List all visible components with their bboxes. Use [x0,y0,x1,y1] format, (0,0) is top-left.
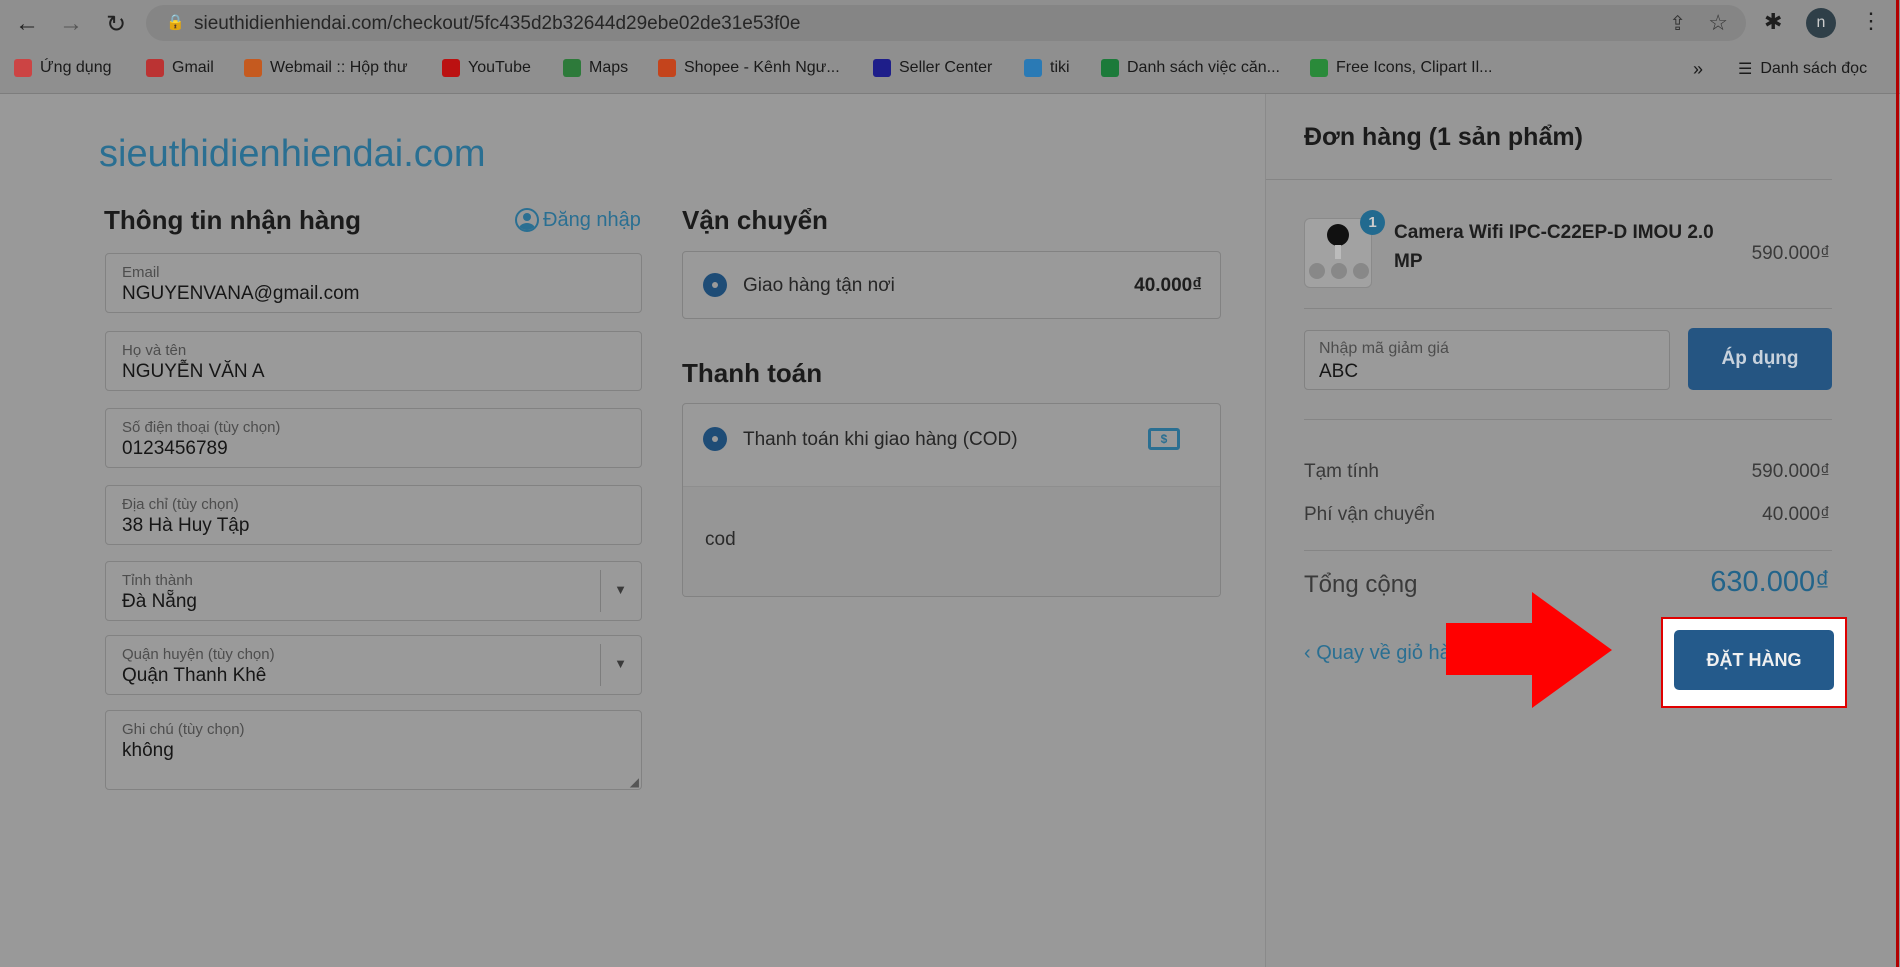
field-label: Địa chỉ (tùy chọn) [122,496,239,513]
order-title: Đơn hàng (1 sản phẩm) [1304,123,1583,151]
address-field[interactable]: Địa chỉ (tùy chọn) 38 Hà Huy Tập [105,485,642,545]
bookmark-item[interactable]: Webmail :: Hộp thư [244,59,408,77]
divider [1266,179,1832,180]
field-value: 38 Hà Huy Tập [122,515,250,536]
bookmark-item[interactable]: Ứng dụng [14,59,112,77]
field-value: Đà Nẵng [122,591,197,612]
bookmark-item[interactable]: YouTube [442,59,531,77]
extensions-icon[interactable]: ✱ [1764,9,1782,35]
chevron-down-icon[interactable]: ▼ [614,582,627,597]
login-link[interactable]: Đăng nhập [515,208,641,232]
bookmarks-overflow[interactable]: » [1693,59,1703,80]
bookmark-icon [14,59,32,77]
shipping-title: Vận chuyển [682,205,828,235]
field-value: không [122,740,174,761]
bookmark-item[interactable]: Gmail [146,59,214,77]
field-label: Ghi chú (tùy chọn) [122,721,245,738]
bookmark-item[interactable]: Maps [563,59,628,77]
shipping-option-label: Giao hàng tận nơi [743,275,895,296]
select-divider [600,644,601,686]
subtotal-value: 590.000₫ [1751,461,1830,482]
shipping-option[interactable]: Giao hàng tận nơi 40.000₫ [682,251,1221,319]
red-arrow-annotation [1446,592,1612,708]
shipping-info-title: Thông tin nhận hàng [104,205,362,235]
reload-icon[interactable]: ↻ [101,10,131,39]
product-name: Camera Wifi IPC-C22EP-D IMOU 2.0 MP [1394,222,1714,272]
bookmark-item[interactable]: Shopee - Kênh Ngư... [658,59,840,77]
shipping-fee-value: 40.000₫ [1762,504,1830,525]
total-value: 630.000₫ [1710,566,1830,598]
bookmark-icon [244,59,262,77]
subtotal-label: Tạm tính [1304,461,1379,482]
divider [1304,419,1832,420]
bookmark-item[interactable]: Free Icons, Clipart Il... [1310,59,1493,77]
district-select[interactable]: Quận huyện (tùy chọn) Quận Thanh Khê ▼ [105,635,642,695]
bookmark-icon [146,59,164,77]
bookmark-icon [563,59,581,77]
lock-icon: 🔒 [166,14,185,31]
quantity-badge: 1 [1360,210,1385,235]
back-icon[interactable]: ← [12,10,42,38]
note-textarea[interactable]: Ghi chú (tùy chọn) không ◢ [105,710,642,790]
forward-icon[interactable]: → [56,10,86,38]
payment-title: Thanh toán [682,358,823,388]
bookmark-icon [658,59,676,77]
field-label: Email [122,264,160,281]
menu-icon[interactable]: ⋮ [1860,8,1882,34]
bookmark-icon [1310,59,1328,77]
radio-selected[interactable] [703,427,727,451]
browser-toolbar: ← → ↻ 🔒 sieuthidienhiendai.com/checkout/… [0,0,1900,46]
field-label: Họ và tên [122,342,187,359]
field-label: Quận huyện (tùy chọn) [122,646,275,663]
province-select[interactable]: Tỉnh thành Đà Nẵng ▼ [105,561,642,621]
select-divider [600,570,601,612]
cash-icon: $ [1148,428,1180,450]
field-label: Số điện thoại (tùy chọn) [122,419,281,436]
bookmark-icon [442,59,460,77]
bookmark-icon [1101,59,1119,77]
shipping-fee-label: Phí vận chuyển [1304,504,1435,525]
place-order-button[interactable]: ĐẶT HÀNG [1674,630,1834,690]
bookmark-item[interactable]: Seller Center [873,59,992,77]
avatar[interactable]: n [1806,8,1836,38]
chevron-down-icon[interactable]: ▼ [614,656,627,671]
discount-input[interactable]: Nhập mã giảm giá ABC [1304,330,1670,390]
divider [1304,550,1832,551]
field-value: NGUYỄN VĂN A [122,361,265,382]
fullname-field[interactable]: Họ và tên NGUYỄN VĂN A [105,331,642,391]
payment-option[interactable]: Thanh toán khi giao hàng (COD) $ cod [682,403,1221,597]
product-price: 590.000₫ [1751,243,1830,264]
bookmark-item[interactable]: Danh sách việc căn... [1101,59,1280,77]
field-value: NGUYENVANA@gmail.com [122,283,360,304]
bookmarks-bar: Ứng dụng Gmail Webmail :: Hộp thư YouTube Ma… [0,46,1900,94]
payment-option-label: Thanh toán khi giao hàng (COD) [743,429,1018,450]
email-field[interactable]: Email NGUYENVANA@gmail.com [105,253,642,313]
site-logo[interactable]: sieuthidienhiendai.com [99,133,486,176]
field-label: Tỉnh thành [122,572,193,589]
bookmark-item[interactable]: tiki [1024,59,1070,77]
star-icon[interactable]: ☆ [1708,10,1728,36]
apply-discount-button[interactable]: Áp dụng [1688,328,1832,390]
frame-border [1896,0,1899,967]
bookmark-icon [1024,59,1042,77]
reading-list[interactable]: ☰ Danh sách đọc [1738,59,1867,79]
user-icon [515,208,539,232]
radio-selected[interactable] [703,273,727,297]
bookmark-icon [873,59,891,77]
reading-list-icon: ☰ [1738,61,1753,78]
payment-description: cod [683,486,1220,596]
field-value: 0123456789 [122,438,228,459]
share-icon[interactable]: ⇪ [1669,11,1686,36]
address-bar[interactable]: 🔒 sieuthidienhiendai.com/checkout/5fc435… [146,5,1746,41]
divider [1304,308,1832,309]
url-text: sieuthidienhiendai.com/checkout/5fc435d2… [194,13,801,34]
arrow-shape [1446,592,1612,708]
phone-field[interactable]: Số điện thoại (tùy chọn) 0123456789 [105,408,642,468]
shipping-price: 40.000₫ [1134,275,1202,296]
field-value: Quận Thanh Khê [122,665,267,686]
total-label: Tổng cộng [1304,571,1418,598]
resize-handle-icon[interactable]: ◢ [630,775,639,789]
